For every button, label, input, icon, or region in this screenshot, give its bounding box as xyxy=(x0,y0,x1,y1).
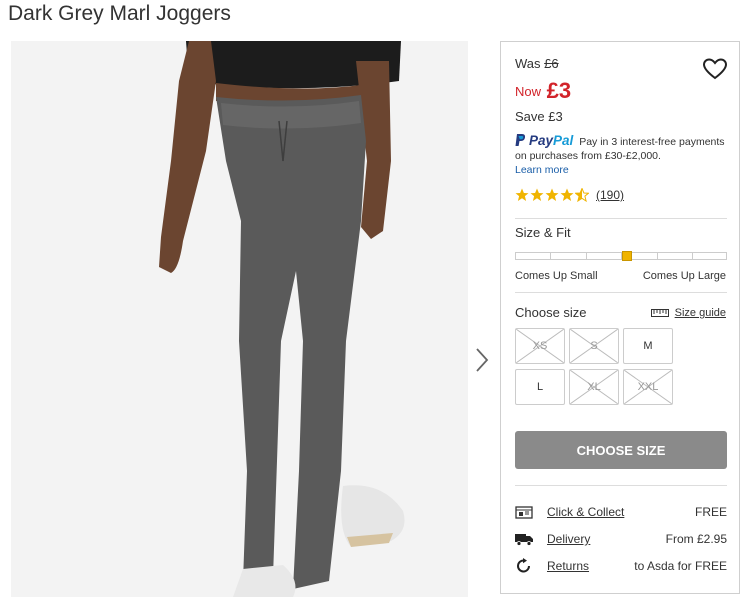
returns-row: Returns to Asda for FREE xyxy=(515,556,727,576)
ruler-icon xyxy=(650,309,669,317)
star-icon xyxy=(515,188,529,201)
size-label: L xyxy=(536,381,544,393)
size-label: M xyxy=(643,340,653,352)
divider xyxy=(515,218,727,219)
click-collect-row: Click & Collect FREE xyxy=(515,502,727,522)
size-option-m[interactable]: M xyxy=(623,328,673,364)
returns-value: to Asda for FREE xyxy=(634,559,727,573)
was-price-value: £6 xyxy=(544,56,559,71)
click-collect-link[interactable]: Click & Collect xyxy=(547,505,624,519)
size-label: S xyxy=(590,340,598,352)
save-amount-value: £3 xyxy=(548,109,563,124)
size-label: XS xyxy=(532,340,548,352)
divider xyxy=(515,292,727,293)
buy-box: Was £6 Now £3 Save £3 PayPal Pay in 3 in… xyxy=(500,41,740,594)
size-option-xs[interactable]: XS xyxy=(515,328,565,364)
star-icon xyxy=(545,188,559,201)
was-price: Was £6 xyxy=(515,56,559,71)
chevron-right-icon[interactable] xyxy=(474,347,490,373)
fit-scale xyxy=(515,251,727,261)
fit-marker xyxy=(622,251,632,261)
size-option-xl[interactable]: XL xyxy=(569,369,619,405)
size-option-xxl[interactable]: XXL xyxy=(623,369,673,405)
fit-large-label: Comes Up Large xyxy=(642,270,726,282)
paypal-logo-pay: Pay xyxy=(529,133,554,148)
size-fit-title: Size & Fit xyxy=(515,225,571,240)
delivery-link[interactable]: Delivery xyxy=(547,532,590,546)
paypal-logo: PayPal xyxy=(515,133,573,148)
delivery-value: From £2.95 xyxy=(665,532,727,546)
divider xyxy=(515,485,727,486)
product-image[interactable] xyxy=(11,41,468,597)
fit-tick xyxy=(550,253,551,259)
size-guide-link[interactable]: Size guide xyxy=(650,307,726,319)
paypal-logo-pal: Pal xyxy=(553,133,574,148)
fit-tick xyxy=(692,253,693,259)
paypal-icon xyxy=(515,134,526,146)
size-label: XXL xyxy=(637,381,659,393)
star-icon xyxy=(560,188,574,201)
fit-small-label: Comes Up Small xyxy=(515,270,598,282)
fit-tick xyxy=(586,253,587,259)
returns-link[interactable]: Returns xyxy=(547,559,589,573)
star-icon xyxy=(530,188,544,201)
fit-tick xyxy=(657,253,658,259)
now-label: Now xyxy=(515,84,542,99)
delivery-truck-icon xyxy=(515,534,533,546)
choose-size-button[interactable]: CHOOSE SIZE xyxy=(515,431,727,469)
star-half-icon xyxy=(575,188,589,202)
review-count-link[interactable]: (190) xyxy=(596,188,624,202)
choose-size-title: Choose size xyxy=(515,305,587,320)
save-label: Save xyxy=(515,109,545,124)
returns-icon xyxy=(517,558,530,573)
paypal-message: PayPal Pay in 3 interest-free payments o… xyxy=(515,134,735,177)
click-collect-value: FREE xyxy=(694,505,727,519)
size-option-s[interactable]: S xyxy=(569,328,619,364)
now-price: Now £3 xyxy=(515,78,571,104)
learn-more-link[interactable]: Learn more xyxy=(515,164,569,176)
heart-icon[interactable] xyxy=(702,57,728,81)
size-label: XL xyxy=(587,381,601,393)
size-guide-label: Size guide xyxy=(674,307,726,319)
now-price-value: £3 xyxy=(546,78,572,103)
save-amount: Save £3 xyxy=(515,109,563,124)
was-label: Was xyxy=(515,56,541,71)
star-rating[interactable]: (190) xyxy=(515,188,624,202)
product-title: Dark Grey Marl Joggers xyxy=(8,2,231,25)
delivery-row: Delivery From £2.95 xyxy=(515,529,727,549)
store-icon xyxy=(515,506,533,519)
size-option-l[interactable]: L xyxy=(515,369,565,405)
